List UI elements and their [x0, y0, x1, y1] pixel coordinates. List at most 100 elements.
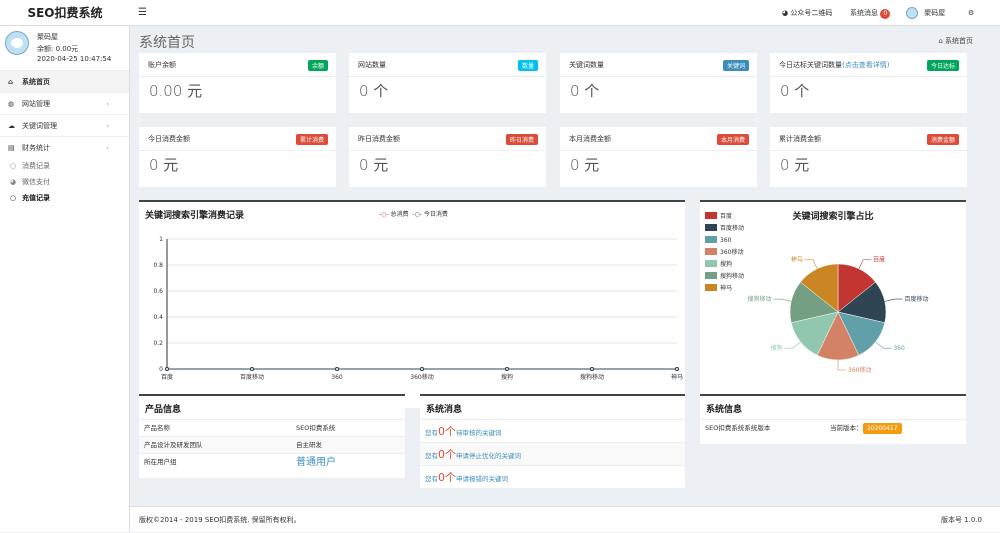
cloud-icon: ☁ — [8, 122, 15, 130]
breadcrumb[interactable]: ⌂ 系统首页 — [938, 36, 973, 46]
finance-icon: ▤ — [8, 144, 15, 152]
top-navbar: ☰ ◕ 公众号二维码 系统消息 0 聚码屋 ⚙ — [130, 0, 1000, 26]
message-link[interactable]: 您有0个申请停止优化的关键词 — [420, 442, 685, 465]
stat-card-today-ranked: 今日达标关键词数量(点击查看详情) 今日达标 0 个 — [770, 53, 967, 113]
pie-label-line — [784, 341, 801, 349]
circle-icon: ○ — [10, 162, 17, 170]
stat-value: 0 个 — [780, 82, 810, 100]
version-badge: 20200417 — [863, 423, 902, 434]
product-info-panel: 产品信息 产品名称 SEO扣费系统 产品设计及研发团队 自主研发 所在用户组 普… — [139, 394, 405, 478]
status-badge: 今日达标 — [926, 60, 959, 71]
x-tick-label: 百度 — [161, 373, 173, 381]
copyright-text: 版权©2014 - 2019 SEO扣费系统. 保留所有权利。 — [139, 516, 301, 524]
legend-swatch[interactable] — [705, 212, 717, 219]
user-panel: 聚码屋 余额: 0.00元 2020-04-25 10:47:54 — [0, 26, 129, 70]
stat-card-month-spend: 本月消费金额 本月消费 0 元 — [560, 127, 757, 187]
data-point[interactable] — [505, 367, 509, 371]
pie-label: 360 — [893, 345, 905, 352]
x-tick-label: 搜狗移动 — [580, 373, 604, 381]
system-info-panel: 系统信息 SEO扣费系统系统版本 当前版本： 20200417 — [700, 394, 966, 444]
legend-swatch[interactable] — [705, 248, 717, 255]
legend-label[interactable]: 搜狗 — [720, 260, 732, 268]
legend-label[interactable]: 360 — [720, 237, 732, 244]
stat-card-keywords: 关键词数量 关键词 0 个 — [560, 53, 757, 113]
legend-swatch[interactable] — [705, 236, 717, 243]
x-tick-label: 搜狗 — [501, 373, 513, 381]
globe-icon: ◍ — [8, 100, 15, 108]
pie-chart: 百度百度百度移动百度移动360360360移动360移动搜狗搜狗搜狗移动搜狗移动… — [705, 212, 929, 374]
chevron-left-icon: ‹ — [106, 100, 109, 108]
sidebar: 聚码屋 余额: 0.00元 2020-04-25 10:47:54 ⌂ 系统首页 … — [0, 26, 130, 532]
wechat-icon: ◕ — [10, 178, 17, 186]
avatar — [5, 31, 29, 55]
y-tick-label: 0.2 — [153, 340, 163, 347]
home-icon: ⌂ — [8, 78, 14, 86]
user-menu-button[interactable]: 聚码屋 — [906, 0, 945, 26]
app-logo[interactable]: SEO扣费系统 — [0, 0, 130, 26]
main-content: 系统首页 ⌂ 系统首页 账户余额 余额 0.00 元 网站数量 数量 0 个 关… — [130, 26, 1000, 506]
stat-card-today-spend: 今日消费金额 累计消费 0 元 — [139, 127, 336, 187]
system-messages-button[interactable]: 系统消息 0 — [850, 0, 891, 26]
stat-value: 0 个 — [570, 82, 600, 100]
pie-label-line — [773, 298, 792, 302]
wechat-icon: ◕ — [782, 9, 789, 17]
sidebar-item-keywords[interactable]: ☁ 关键词管理 ‹ — [0, 114, 129, 136]
data-point[interactable] — [590, 367, 594, 371]
system-messages-panel: 系统消息 您有0个待审核的关键词 您有0个申请停止优化的关键词 您有0个申请报错… — [420, 394, 685, 488]
pie-label-line — [884, 298, 903, 302]
legend-swatch[interactable] — [705, 260, 717, 267]
stat-card-sites: 网站数量 数量 0 个 — [349, 53, 546, 113]
stat-value: 0 元 — [149, 156, 179, 174]
message-link[interactable]: 您有0个待审核的关键词 — [420, 419, 685, 442]
legend-swatch[interactable] — [705, 272, 717, 279]
line-chart: 0 0.2 0.4 0.6 0.8 1 百度 百度移动 360 360移动 搜狗 搜狗移动 神马 — [153, 236, 683, 381]
user-group-link[interactable]: 普通用户 — [296, 454, 336, 471]
legend-label[interactable]: 百度 — [720, 212, 732, 220]
pie-label: 神马 — [791, 256, 803, 264]
menu-toggle-icon[interactable]: ☰ — [138, 7, 147, 18]
chevron-left-icon: ‹ — [106, 144, 109, 152]
pie-chart-panel: 关键词搜索引擎占比 百度 百度 百度移动 百度移动 360 360 360移动 360移动 搜狗… — [700, 200, 966, 408]
data-point[interactable] — [675, 367, 679, 371]
legend-swatch[interactable] — [705, 224, 717, 231]
sidebar-subitem-consumption[interactable]: ○ 消费记录 — [0, 158, 129, 174]
settings-icon[interactable]: ⚙ — [968, 0, 974, 26]
legend-swatch[interactable] — [705, 284, 717, 291]
pie-label: 360移动 — [848, 366, 871, 374]
sidebar-item-websites[interactable]: ◍ 网站管理 ‹ — [0, 92, 129, 114]
x-tick-label: 360 — [331, 374, 343, 381]
sidebar-item-home[interactable]: ⌂ 系统首页 — [0, 70, 129, 92]
sidebar-subitem-recharge[interactable]: ○ 充值记录 — [0, 190, 129, 206]
view-details-link[interactable]: (点击查看详情) — [842, 61, 889, 69]
table-row: 产品名称 SEO扣费系统 — [139, 419, 405, 436]
stat-value: 0 元 — [780, 156, 810, 174]
data-point[interactable] — [335, 367, 339, 371]
data-point[interactable] — [165, 367, 169, 371]
legend-label[interactable]: 百度移动 — [720, 224, 744, 232]
page-title: 系统首页 — [139, 35, 195, 51]
chevron-left-icon: ‹ — [106, 122, 109, 130]
y-tick-label: 1 — [159, 236, 163, 243]
sidebar-item-finance[interactable]: ▤ 财务统计 ‹ — [0, 136, 129, 158]
table-row: 所在用户组 普通用户 — [139, 453, 405, 470]
y-tick-label: 0.4 — [153, 314, 163, 321]
data-point[interactable] — [420, 367, 424, 371]
legend-label[interactable]: 神马 — [720, 284, 732, 292]
message-link[interactable]: 您有0个申请报错的关键词 — [420, 465, 685, 488]
stat-value: 0 个 — [359, 82, 389, 100]
wechat-qr-button[interactable]: ◕ 公众号二维码 — [782, 0, 832, 26]
y-tick-label: 0 — [159, 366, 163, 373]
legend-label[interactable]: 搜狗移动 — [720, 272, 744, 280]
pie-label-line — [875, 341, 892, 349]
x-tick-label: 360移动 — [410, 373, 433, 381]
data-point[interactable] — [250, 367, 254, 371]
status-badge: 数量 — [517, 60, 538, 71]
status-badge: 消费金额 — [926, 134, 959, 145]
status-badge: 累计消费 — [295, 134, 328, 145]
version-text: 版本号 1.0.0 — [940, 516, 982, 524]
pie-label: 搜狗移动 — [747, 295, 771, 303]
legend-label[interactable]: 360移动 — [720, 248, 743, 256]
status-badge: 昨日消费 — [505, 134, 538, 145]
status-badge: 关键词 — [722, 60, 749, 71]
sidebar-subitem-wechat-pay[interactable]: ◕ 微信支付 — [0, 174, 129, 190]
